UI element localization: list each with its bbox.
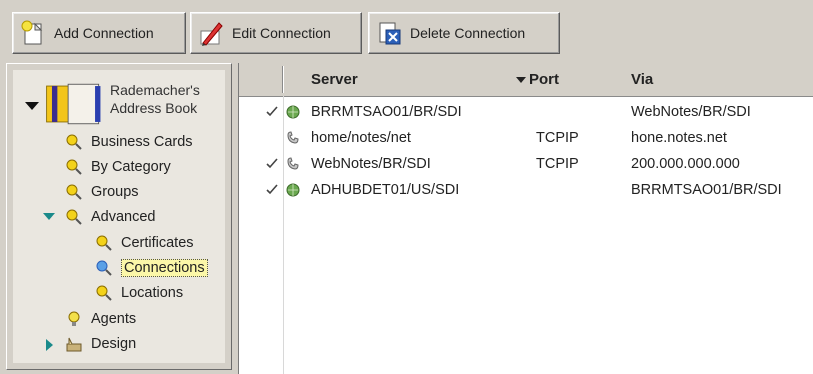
table-row[interactable]: WebNotes/BR/SDI TCPIP 200.000.000.000 — [239, 151, 813, 177]
nav-item-label: Groups — [91, 184, 139, 200]
nav-item-label: By Category — [91, 159, 171, 175]
nav-item-business-cards[interactable]: Business Cards — [65, 133, 193, 151]
cell-port: TCPIP — [536, 130, 579, 146]
expand-arrow-icon[interactable] — [25, 102, 39, 110]
edit-connection-label: Edit Connection — [232, 25, 331, 41]
nav-item-label-selected: Connections — [121, 259, 208, 277]
column-header-via[interactable]: Via — [631, 63, 811, 96]
advanced-collapse-arrow-icon[interactable] — [43, 213, 55, 220]
cell-via: BRRMTSAO01/BR/SDI — [631, 182, 782, 198]
design-expand-arrow-icon[interactable] — [46, 339, 53, 351]
search-view-icon — [66, 184, 82, 200]
search-view-icon — [96, 285, 112, 301]
nav-item-label: Business Cards — [91, 134, 193, 150]
cell-via: 200.000.000.000 — [631, 156, 740, 172]
table-header: Server Port Via — [239, 63, 813, 97]
globe-icon — [286, 183, 300, 197]
delete-connection-button[interactable]: Delete Connection — [368, 12, 560, 54]
phone-icon — [287, 131, 299, 144]
table-row[interactable]: BRRMTSAO01/BR/SDI WebNotes/BR/SDI — [239, 99, 813, 125]
cell-server: ADHUBDET01/US/SDI — [311, 182, 460, 198]
address-book-icon — [46, 83, 101, 125]
search-view-icon — [96, 235, 112, 251]
nav-item-agents[interactable]: Agents — [65, 310, 136, 328]
nav-item-label: Advanced — [91, 209, 156, 225]
nav-item-certificates[interactable]: Certificates — [95, 234, 194, 252]
column-divider[interactable] — [283, 66, 284, 93]
nav-item-advanced[interactable]: Advanced — [65, 208, 156, 226]
cell-server: home/notes/net — [311, 130, 411, 146]
search-view-icon — [66, 159, 82, 175]
connections-view: Server Port Via BRRMTSAO01/BR/SDI WebNot… — [238, 63, 813, 374]
cell-via: WebNotes/BR/SDI — [631, 104, 751, 120]
globe-icon — [286, 105, 300, 119]
navigator-inner: Rademacher's Address Book Business Cards… — [13, 70, 225, 363]
check-mark-icon — [266, 184, 278, 195]
column-header-port[interactable]: Port — [529, 63, 609, 96]
nav-item-label: Design — [91, 336, 137, 352]
nav-item-label: Agents — [91, 311, 137, 327]
phone-icon — [287, 157, 299, 170]
title-line-1: Rademacher's — [110, 82, 200, 98]
check-mark-icon — [266, 158, 278, 169]
sort-descending-icon[interactable] — [516, 77, 526, 83]
edit-connection-button[interactable]: Edit Connection — [190, 12, 362, 54]
title-line-2: Address Book — [110, 100, 198, 116]
cell-server: WebNotes/BR/SDI — [311, 156, 431, 172]
nav-item-by-category[interactable]: By Category — [65, 158, 171, 176]
lightbulb-icon — [68, 311, 80, 326]
design-tools-icon — [66, 337, 82, 352]
navigator-panel: Rademacher's Address Book Business Cards… — [6, 63, 232, 370]
check-mark-icon — [266, 106, 278, 117]
nav-item-groups[interactable]: Groups — [65, 183, 139, 201]
search-view-icon — [96, 260, 112, 276]
table-row[interactable]: home/notes/net TCPIP hone.notes.net — [239, 125, 813, 151]
toolbar: Add Connection Edit Connection Delete Co… — [0, 0, 813, 60]
new-document-icon — [21, 20, 43, 45]
column-header-server-label: Server — [311, 71, 358, 88]
add-connection-button[interactable]: Add Connection — [12, 12, 186, 54]
nav-item-label: Certificates — [121, 235, 194, 251]
search-view-icon — [66, 134, 82, 150]
nav-item-locations[interactable]: Locations — [95, 284, 183, 302]
pencil-edit-icon — [200, 22, 223, 46]
cell-port: TCPIP — [536, 156, 579, 172]
delete-document-icon — [379, 22, 401, 45]
table-row[interactable]: ADHUBDET01/US/SDI BRRMTSAO01/BR/SDI — [239, 177, 813, 203]
cell-server: BRRMTSAO01/BR/SDI — [311, 104, 462, 120]
column-header-via-label: Via — [631, 71, 654, 88]
nav-item-connections[interactable]: Connections — [95, 259, 208, 277]
delete-connection-label: Delete Connection — [410, 25, 526, 41]
column-header-port-label: Port — [529, 71, 559, 88]
search-view-icon — [66, 209, 82, 225]
nav-item-label: Locations — [121, 285, 184, 301]
add-connection-label: Add Connection — [54, 25, 154, 41]
cell-via: hone.notes.net — [631, 130, 727, 146]
column-header-server[interactable]: Server — [311, 63, 511, 96]
nav-item-design[interactable]: Design — [65, 335, 136, 353]
address-book-title: Rademacher's Address Book — [110, 81, 200, 117]
